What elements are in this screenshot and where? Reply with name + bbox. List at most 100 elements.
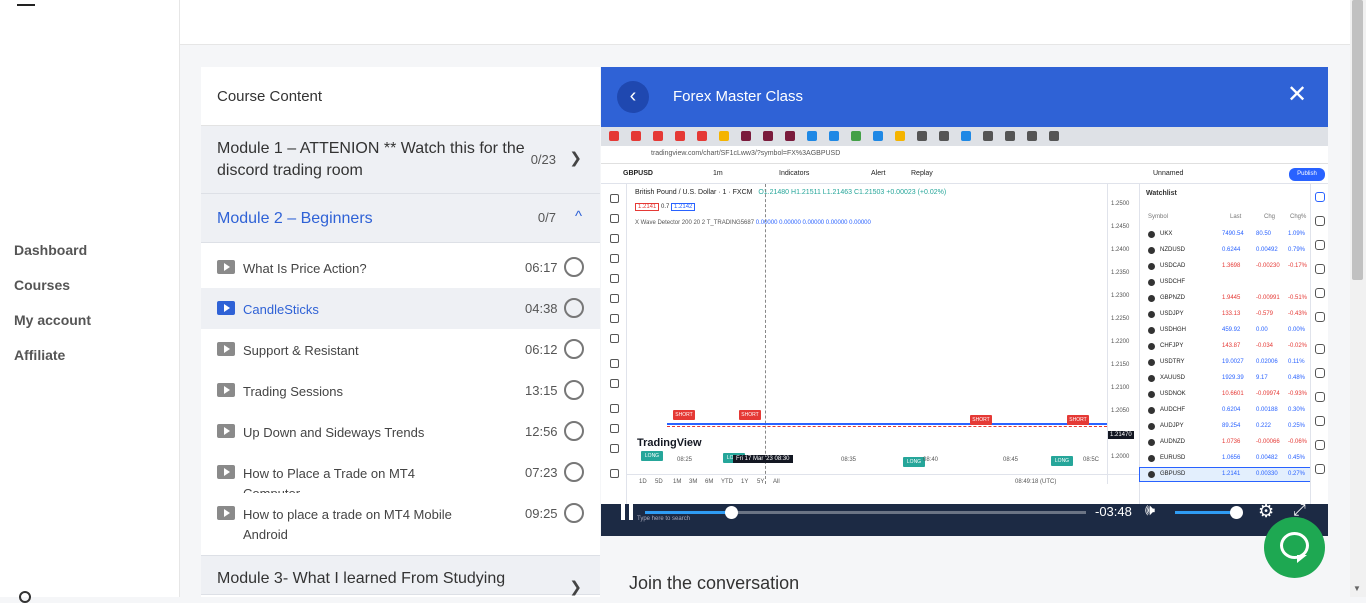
y-tick: 1.2100 [1111,385,1130,391]
scrollbar-thumb[interactable] [1352,0,1363,280]
watchlist-row[interactable]: AUDCHF 0.6204 0.00188 0.30% [1140,404,1311,417]
menu-icon[interactable] [17,4,35,6]
layout-name[interactable]: Unnamed [1153,170,1183,177]
watchlist-title[interactable]: Watchlist [1146,190,1177,197]
lesson-item[interactable]: What Is Price Action? 06:17 [201,247,600,288]
volume-icon[interactable]: 🕪 [1145,502,1155,520]
watchlist-row[interactable]: EURUSD 1.0656 0.00482 0.45% [1140,452,1311,465]
magnet-icon[interactable] [610,404,619,413]
lesson-item[interactable]: Trading Sessions 13:15 [201,370,600,411]
settings-gear-icon[interactable]: ⚙ [1258,501,1274,522]
crosshair-icon[interactable] [610,194,619,203]
pause-icon[interactable] [620,504,634,520]
interval-label[interactable]: 1m [713,170,723,177]
symbol-label[interactable]: GBPUSD [623,170,653,177]
data-window-icon[interactable] [1315,240,1325,250]
range-6m[interactable]: 6M [705,479,713,485]
indicators-button[interactable]: Indicators [779,170,809,177]
module-3-header[interactable]: Module 3- What I learned From Studying ❯ [201,555,600,596]
watchlist-row[interactable]: USDCHF [1140,276,1311,289]
alert-button[interactable]: Alert [871,170,885,177]
nav-my-account[interactable]: My account [14,312,91,328]
pattern-icon[interactable] [610,294,619,303]
ruler-icon[interactable] [610,359,619,368]
nav-courses[interactable]: Courses [14,277,70,293]
range-1m[interactable]: 1M [673,479,681,485]
watchlist-row[interactable]: GBPNZD 1.9445 -0.00991 -0.51% [1140,292,1311,305]
progress-bar[interactable] [645,506,1086,519]
measure-icon[interactable] [610,314,619,323]
bid-price[interactable]: 1.2141 [635,203,660,211]
lesson-item[interactable]: Up Down and Sideways Trends 12:56 [201,411,600,452]
range-all[interactable]: All [773,479,780,485]
nav-dashboard[interactable]: Dashboard [14,242,87,258]
browser-address-bar[interactable]: tradingview.com/chart/SF1cLww3/?symbol=F… [601,146,1328,164]
range-5y[interactable]: 5Y [757,479,764,485]
volume-handle[interactable] [1230,506,1243,519]
completion-checkbox[interactable] [564,380,584,400]
watchlist-row[interactable]: USDNOK 10.6601 -0.09974 -0.93% [1140,388,1311,401]
progress-handle[interactable] [724,506,738,519]
hotlist-icon[interactable] [1315,264,1325,274]
trash-icon[interactable] [610,469,619,478]
watchlist-row[interactable]: USDHGH 459.92 0.00 0.00% [1140,324,1311,337]
lesson-item[interactable]: How to place a trade on MT4 Mobile Andro… [201,493,600,555]
watchlist-row[interactable]: USDTRY 19.0027 0.02006 0.11% [1140,356,1311,369]
news-icon[interactable] [1315,368,1325,378]
help-icon[interactable] [1315,464,1325,474]
scroll-down-arrow-icon[interactable]: ▼ [1353,584,1361,593]
calendar-icon[interactable] [1315,288,1325,298]
watchlist-row[interactable]: AUDNZD 1.0736 -0.00066 -0.06% [1140,436,1311,449]
user-icon[interactable] [19,591,31,603]
watchlist-row[interactable]: USDCAD 1.3698 -0.00230 -0.17% [1140,260,1311,273]
watchlist-row[interactable]: AUDJPY 89.254 0.222 0.25% [1140,420,1311,433]
completion-checkbox[interactable] [564,421,584,441]
watchlist-row[interactable]: NZDUSD 0.6244 0.00492 0.79% [1140,244,1311,257]
completion-checkbox[interactable] [564,339,584,359]
publish-button[interactable]: Publish [1289,168,1325,181]
watchlist-row[interactable]: UKX 7490.54 80.50 1.09% [1140,228,1311,241]
ask-price[interactable]: 1.2142 [671,203,696,211]
module-2-header[interactable]: Module 2 – Beginners 0/7 ^ [201,194,600,243]
range-3m[interactable]: 3M [689,479,697,485]
range-5d[interactable]: 5D [655,479,663,485]
range-ytd[interactable]: YTD [721,479,733,485]
video-frame[interactable]: tradingview.com/chart/SF1cLww3/?symbol=F… [601,127,1328,536]
zoom-icon[interactable] [610,379,619,388]
lesson-item[interactable]: How to Place a Trade on MT4 Computer 07:… [201,452,600,501]
emoji-icon[interactable] [610,334,619,343]
back-button[interactable]: ‹ [617,81,649,113]
lock-icon[interactable] [610,424,619,433]
watchlist-row[interactable]: XAUUSD 1929.39 9.17 0.48% [1140,372,1311,385]
close-icon[interactable]: ✕ [1287,83,1307,107]
brush-icon[interactable] [610,254,619,263]
lesson-item[interactable]: Support & Resistant 06:12 [201,329,600,370]
trendline-icon[interactable] [610,214,619,223]
eye-icon[interactable] [610,444,619,453]
completion-checkbox[interactable] [564,257,584,277]
module-1-header[interactable]: Module 1 – ATTENION ** Watch this for th… [201,126,600,194]
completion-checkbox[interactable] [564,462,584,482]
alarm-icon[interactable] [1315,216,1325,226]
price-chart[interactable]: British Pound / U.S. Dollar · 1 · FXCM O… [627,184,1134,484]
range-1d[interactable]: 1D [639,479,647,485]
watchlist-row[interactable]: USDJPY 133.13 -0.579 -0.43% [1140,308,1311,321]
text-icon[interactable] [610,274,619,283]
chat-icon[interactable] [1315,344,1325,354]
lesson-item-active[interactable]: CandleSticks 04:38 [201,288,600,329]
ideas-icon[interactable] [1315,312,1325,322]
notifications-icon[interactable] [1315,416,1325,426]
range-1y[interactable]: 1Y [741,479,748,485]
watchlist-row[interactable]: CHFJPY 143.87 -0.034 -0.02% [1140,340,1311,353]
nav-affiliate[interactable]: Affiliate [14,347,65,363]
watchlist-icon[interactable] [1315,192,1325,202]
completion-checkbox[interactable] [564,298,584,318]
fib-icon[interactable] [610,234,619,243]
replay-button[interactable]: Replay [911,170,933,177]
watchlist-row[interactable]: GBPUSD 1.2141 0.00330 0.27% [1139,467,1312,482]
volume-slider[interactable] [1175,511,1237,514]
notes-icon[interactable] [1315,392,1325,402]
chat-button[interactable] [1264,517,1325,578]
broadcast-icon[interactable] [1315,440,1325,450]
completion-checkbox[interactable] [564,503,584,523]
